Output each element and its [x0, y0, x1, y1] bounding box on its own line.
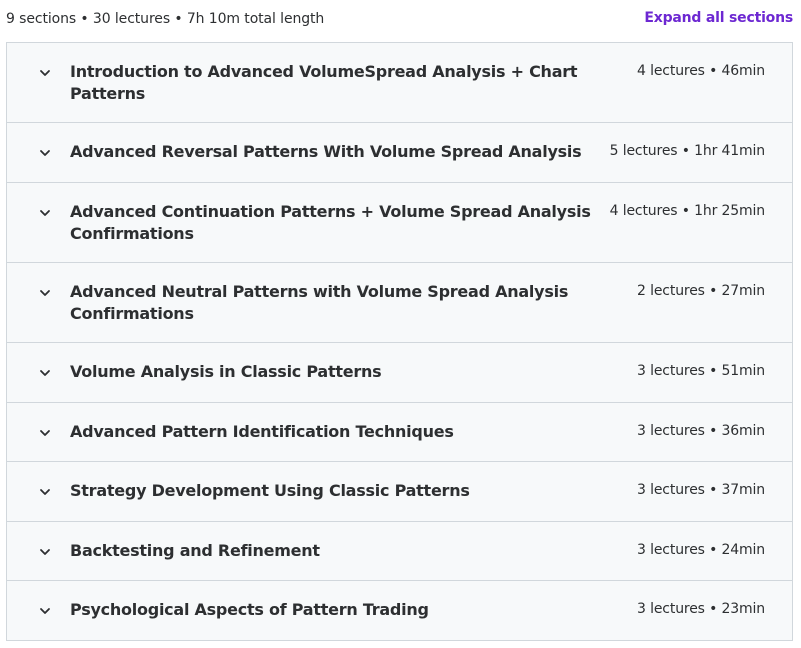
chevron-down-icon: [38, 66, 52, 80]
section-title: Advanced Reversal Patterns With Volume S…: [70, 142, 582, 161]
chevron-down-icon: [38, 366, 52, 380]
section-item[interactable]: Strategy Development Using Classic Patte…: [7, 462, 792, 522]
section-item[interactable]: Advanced Reversal Patterns With Volume S…: [7, 123, 792, 183]
section-title: Backtesting and Refinement: [70, 541, 320, 560]
chevron-down-icon: [38, 545, 52, 559]
section-list: Introduction to Advanced VolumeSpread An…: [6, 42, 793, 641]
chevron-down-icon: [38, 426, 52, 440]
section-title: Volume Analysis in Classic Patterns: [70, 362, 382, 381]
section-item[interactable]: Advanced Pattern Identification Techniqu…: [7, 403, 792, 462]
section-title: Advanced Neutral Patterns with Volume Sp…: [70, 282, 569, 323]
chevron-down-icon: [38, 286, 52, 300]
section-meta: 3 lectures • 37min: [637, 482, 765, 498]
curriculum-header: 9 sections • 30 lectures • 7h 10m total …: [0, 0, 801, 42]
section-meta: 3 lectures • 23min: [637, 601, 765, 617]
section-title: Advanced Pattern Identification Techniqu…: [70, 422, 454, 441]
chevron-down-icon: [38, 485, 52, 499]
section-meta: 3 lectures • 24min: [637, 542, 765, 558]
section-meta: 3 lectures • 36min: [637, 423, 765, 439]
section-meta: 2 lectures • 27min: [637, 283, 765, 299]
chevron-down-icon: [38, 604, 52, 618]
chevron-down-icon: [38, 146, 52, 160]
section-title: Psychological Aspects of Pattern Trading: [70, 600, 429, 619]
section-item[interactable]: Advanced Continuation Patterns + Volume …: [7, 183, 792, 263]
section-title: Introduction to Advanced VolumeSpread An…: [70, 62, 578, 103]
chevron-down-icon: [38, 206, 52, 220]
section-item[interactable]: Introduction to Advanced VolumeSpread An…: [7, 43, 792, 123]
section-meta: 3 lectures • 51min: [637, 363, 765, 379]
section-title: Advanced Continuation Patterns + Volume …: [70, 202, 591, 243]
course-summary: 9 sections • 30 lectures • 7h 10m total …: [6, 11, 325, 27]
section-item[interactable]: Psychological Aspects of Pattern Trading…: [7, 581, 792, 640]
section-item[interactable]: Backtesting and Refinement 3 lectures • …: [7, 522, 792, 581]
section-item[interactable]: Advanced Neutral Patterns with Volume Sp…: [7, 263, 792, 343]
section-meta: 4 lectures • 1hr 25min: [609, 203, 765, 219]
section-item[interactable]: Volume Analysis in Classic Patterns 3 le…: [7, 343, 792, 403]
section-meta: 4 lectures • 46min: [637, 63, 765, 79]
section-meta: 5 lectures • 1hr 41min: [609, 143, 765, 159]
expand-all-sections-button[interactable]: Expand all sections: [644, 10, 793, 26]
section-title: Strategy Development Using Classic Patte…: [70, 481, 470, 500]
